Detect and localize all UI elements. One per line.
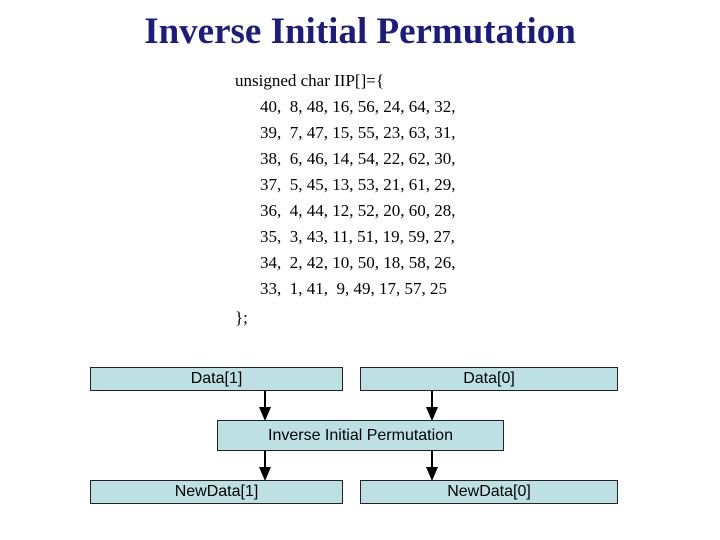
data0-box: Data[0] [360, 367, 618, 391]
newdata1-box: NewData[1] [90, 480, 343, 504]
newdata0-box: NewData[0] [360, 480, 618, 504]
data1-box: Data[1] [90, 367, 343, 391]
process-box: Inverse Initial Permutation [217, 420, 504, 451]
flow-arrows [259, 390, 438, 481]
